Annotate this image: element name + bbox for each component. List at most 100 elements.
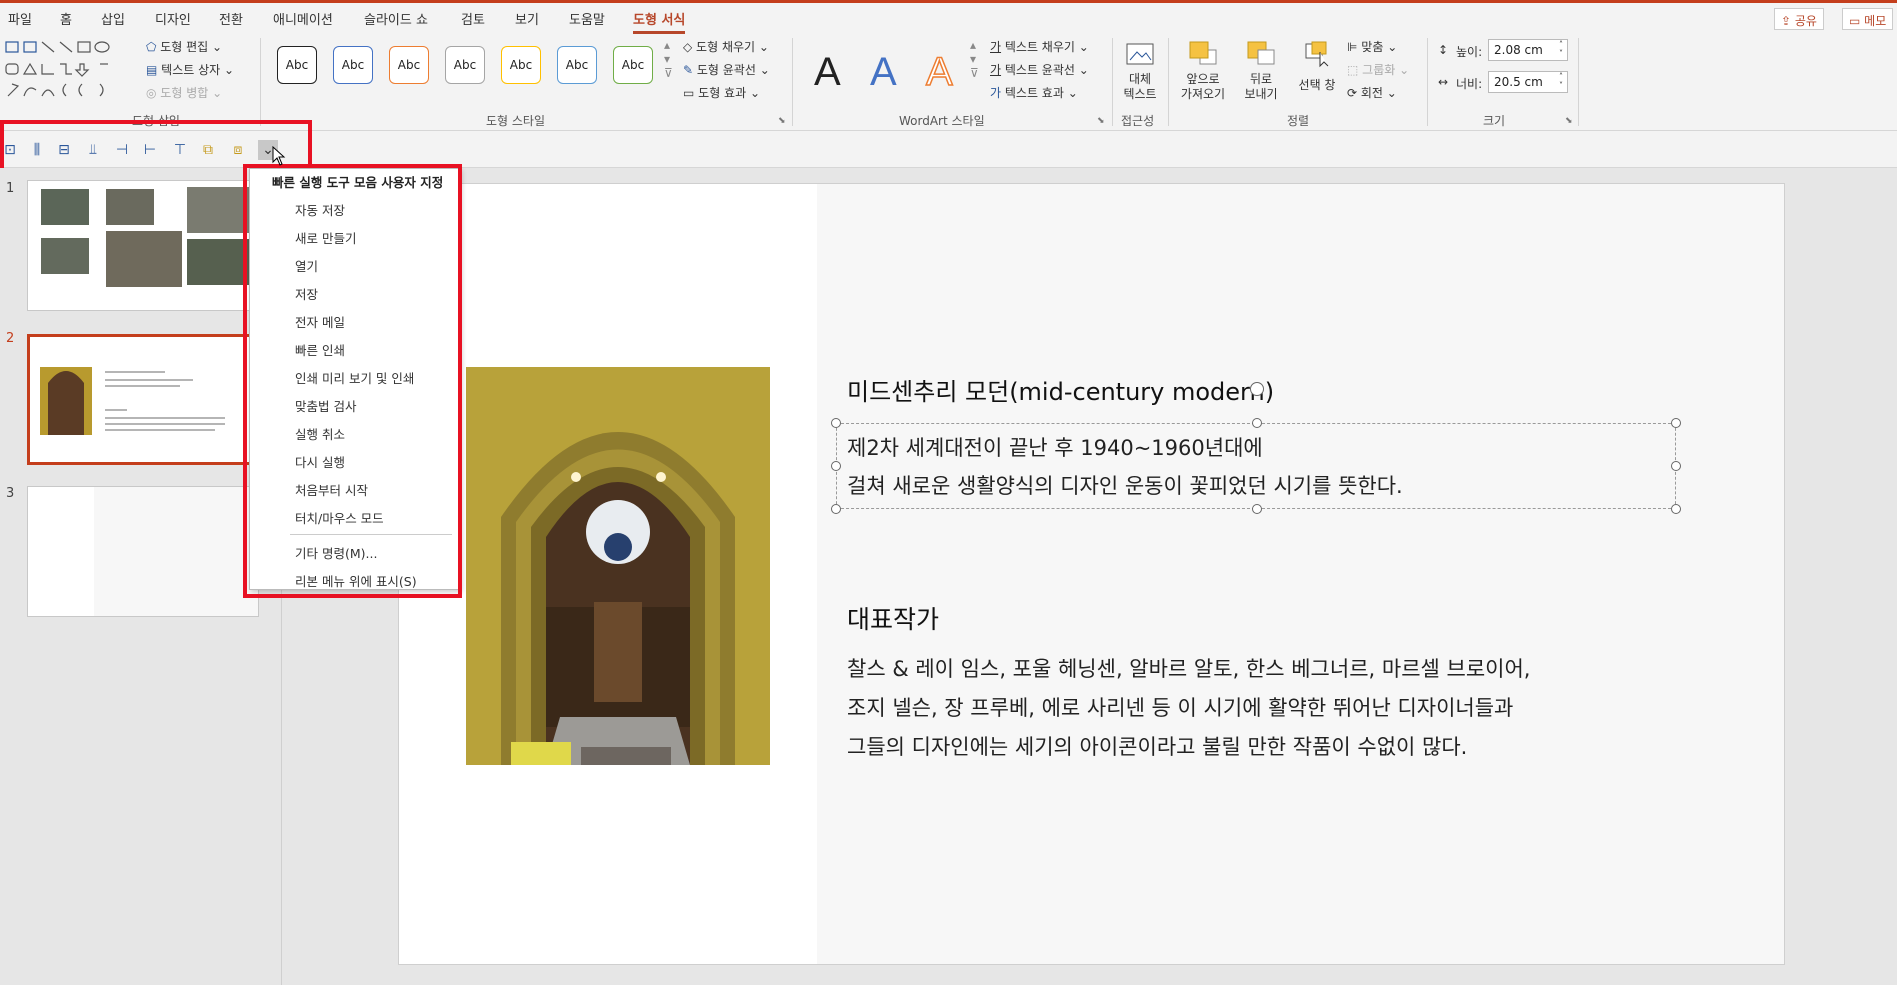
wordart-style-blue[interactable]: A <box>870 50 897 95</box>
merge-shapes-button[interactable]: ◎ 도형 병합 ⌄ <box>146 84 222 101</box>
resize-handle[interactable] <box>831 461 841 471</box>
resize-handle[interactable] <box>1252 504 1262 514</box>
shape-fill-button[interactable]: ◇ 도형 채우기 ⌄ <box>683 38 769 55</box>
tab-design[interactable]: 디자인 <box>155 9 191 28</box>
shape-gallery[interactable] <box>4 40 126 104</box>
shapes-grid-icon <box>5 41 110 97</box>
text-box-label: 텍스트 상자 <box>161 63 221 77</box>
tab-animations[interactable]: 애니메이션 <box>273 9 333 28</box>
tab-transitions[interactable]: 전환 <box>219 9 243 28</box>
text-effects-label: 텍스트 효과 <box>1004 86 1064 100</box>
tab-home[interactable]: 홈 <box>60 9 72 28</box>
slide-canvas[interactable]: 미드센추리 모던(mid-century modern) 제2차 세계대전이 끝… <box>398 183 1785 965</box>
text-box-button[interactable]: ▤ 텍스트 상자 ⌄ <box>146 61 234 78</box>
shape-style-preset[interactable]: Abc <box>557 46 597 84</box>
thumbnail-1-photos <box>41 187 257 287</box>
rotate-handle-icon[interactable] <box>1250 382 1264 396</box>
resize-handle[interactable] <box>1671 418 1681 428</box>
tab-shape-format[interactable]: 도형 서식 <box>633 9 686 34</box>
text-fill-icon: 가 <box>990 40 1002 54</box>
group-label: 그룹화 <box>1362 63 1396 77</box>
selection-pane-label: 선택 창 <box>1298 78 1336 92</box>
resize-handle[interactable] <box>831 504 841 514</box>
shape-fill-label: 도형 채우기 <box>696 40 756 54</box>
shape-style-preset[interactable]: Abc <box>613 46 653 84</box>
tab-help[interactable]: 도움말 <box>569 9 605 28</box>
tab-review[interactable]: 검토 <box>461 9 485 28</box>
group-button[interactable]: ⬚ 그룹화 ⌄ <box>1347 61 1409 78</box>
shape-style-preset[interactable]: Abc <box>389 46 429 84</box>
merge-shapes-icon: ◎ <box>146 86 161 100</box>
group-label-shape-styles: 도형 스타일 <box>486 114 546 128</box>
text-effects-button[interactable]: 가 텍스트 효과 ⌄ <box>990 84 1078 101</box>
shape-effects-button[interactable]: ▭ 도형 효과 ⌄ <box>683 84 760 101</box>
dialog-launcher-icon[interactable]: ⬊ <box>1565 116 1573 126</box>
group-label-size: 크기 <box>1483 114 1506 128</box>
body-paragraph-2-line-2[interactable]: 조지 넬슨, 장 프루베, 에로 사리넨 등 이 시기에 활약한 뛰어난 디자이… <box>847 689 1513 727</box>
tab-file[interactable]: 파일 <box>8 9 32 28</box>
share-icon: ⇪ <box>1781 14 1795 28</box>
interior-arch-photo[interactable] <box>466 367 770 765</box>
body-paragraph-2-line-3[interactable]: 그들의 디자인에는 세기의 아이콘이라고 불릴 만한 작품이 수없이 많다. <box>847 728 1467 766</box>
mouse-cursor-icon <box>272 146 286 166</box>
wordart-gallery-scroll[interactable]: ▴ ▾ ⊽ <box>970 38 979 80</box>
text-outline-icon: 가 <box>990 63 1002 77</box>
text-outline-label: 텍스트 윤곽선 <box>1004 63 1075 77</box>
dialog-launcher-icon[interactable]: ⬊ <box>1097 116 1105 126</box>
tab-insert[interactable]: 삽입 <box>101 9 125 28</box>
align-label: 맞춤 <box>1361 40 1384 54</box>
resize-handle[interactable] <box>1671 504 1681 514</box>
share-button[interactable]: ⇪ 공유 <box>1774 8 1824 30</box>
alt-text-label-1: 대체 <box>1128 72 1152 86</box>
slide-title[interactable]: 미드센추리 모던(mid-century modern) <box>847 372 1274 407</box>
text-fill-label: 텍스트 채우기 <box>1004 40 1075 54</box>
shape-style-preset[interactable]: Abc <box>501 46 541 84</box>
thumb-number: 1 <box>6 181 15 196</box>
slide-thumbnail-1[interactable] <box>27 180 259 311</box>
wordart-style-orange[interactable]: A <box>925 49 953 95</box>
width-input[interactable]: 20.5 cm ˄ ˅ <box>1488 71 1568 93</box>
text-outline-button[interactable]: 가 텍스트 윤곽선 ⌄ <box>990 61 1089 78</box>
tab-slideshow[interactable]: 슬라이드 쇼 <box>364 9 428 28</box>
text-fill-button[interactable]: 가 텍스트 채우기 ⌄ <box>990 38 1089 55</box>
bring-forward-label-1: 앞으로 <box>1186 72 1220 86</box>
spin-arrows-icon[interactable]: ˄ ˅ <box>1559 40 1563 58</box>
align-button[interactable]: ⊫ 맞춤 ⌄ <box>1347 38 1397 55</box>
slide-thumbnail-3[interactable] <box>27 486 259 617</box>
slide-thumbnail-2[interactable] <box>27 334 259 465</box>
selection-pane-icon <box>1305 41 1329 68</box>
bring-forward-button[interactable]: 앞으로 가져오기 <box>1174 38 1232 108</box>
resize-handle[interactable] <box>1671 461 1681 471</box>
shape-style-preset[interactable]: Abc <box>333 46 373 84</box>
resize-handle[interactable] <box>831 418 841 428</box>
body-paragraph-1-line-2[interactable]: 걸쳐 새로운 생활양식의 디자인 운동이 꽃피었던 시기를 뜻한다. <box>847 467 1403 505</box>
shape-effects-icon: ▭ <box>683 86 699 100</box>
group-separator <box>260 38 261 126</box>
rotate-button[interactable]: ⟳ 회전 ⌄ <box>1347 84 1397 101</box>
alt-text-button[interactable]: 대체 텍스트 <box>1118 40 1162 106</box>
memo-button[interactable]: ▭ 메모 <box>1842 8 1894 30</box>
group-label-accessibility: 접근성 <box>1121 114 1155 128</box>
height-label: 높이: <box>1456 45 1483 59</box>
wordart-style-black[interactable]: A <box>814 50 841 95</box>
shape-style-preset[interactable]: Abc <box>445 46 485 84</box>
section-heading[interactable]: 대표작가 <box>847 600 939 636</box>
height-input[interactable]: 2.08 cm ˄ ˅ <box>1488 39 1568 61</box>
tab-view[interactable]: 보기 <box>515 9 539 28</box>
spin-arrows-icon[interactable]: ˄ ˅ <box>1559 72 1563 90</box>
group-separator <box>1112 38 1113 126</box>
resize-handle[interactable] <box>1252 418 1262 428</box>
height-icon: ↕ <box>1438 43 1449 57</box>
style-gallery-scroll[interactable]: ▴ ▾ ⊽ <box>664 38 673 80</box>
dialog-launcher-icon[interactable]: ⬊ <box>778 116 786 126</box>
shape-outline-button[interactable]: ✎ 도형 윤곽선 ⌄ <box>683 61 770 78</box>
send-backward-button[interactable]: 뒤로 보내기 <box>1236 38 1286 108</box>
selection-pane-button[interactable]: 선택 창 <box>1294 38 1340 108</box>
width-label: 너비: <box>1456 77 1483 91</box>
body-paragraph-1-line-1[interactable]: 제2차 세계대전이 끝난 후 1940~1960년대에 <box>847 429 1263 467</box>
shape-effects-label: 도형 효과 <box>698 86 747 100</box>
edit-shape-button[interactable]: ⬠ 도형 편집 ⌄ <box>146 38 222 55</box>
arch-photo-image <box>466 367 770 765</box>
body-paragraph-2-line-1[interactable]: 찰스 & 레이 임스, 포울 헤닝센, 알바르 알토, 한스 베그너르, 마르셀… <box>847 650 1530 688</box>
shape-style-preset[interactable]: Abc <box>277 46 317 84</box>
